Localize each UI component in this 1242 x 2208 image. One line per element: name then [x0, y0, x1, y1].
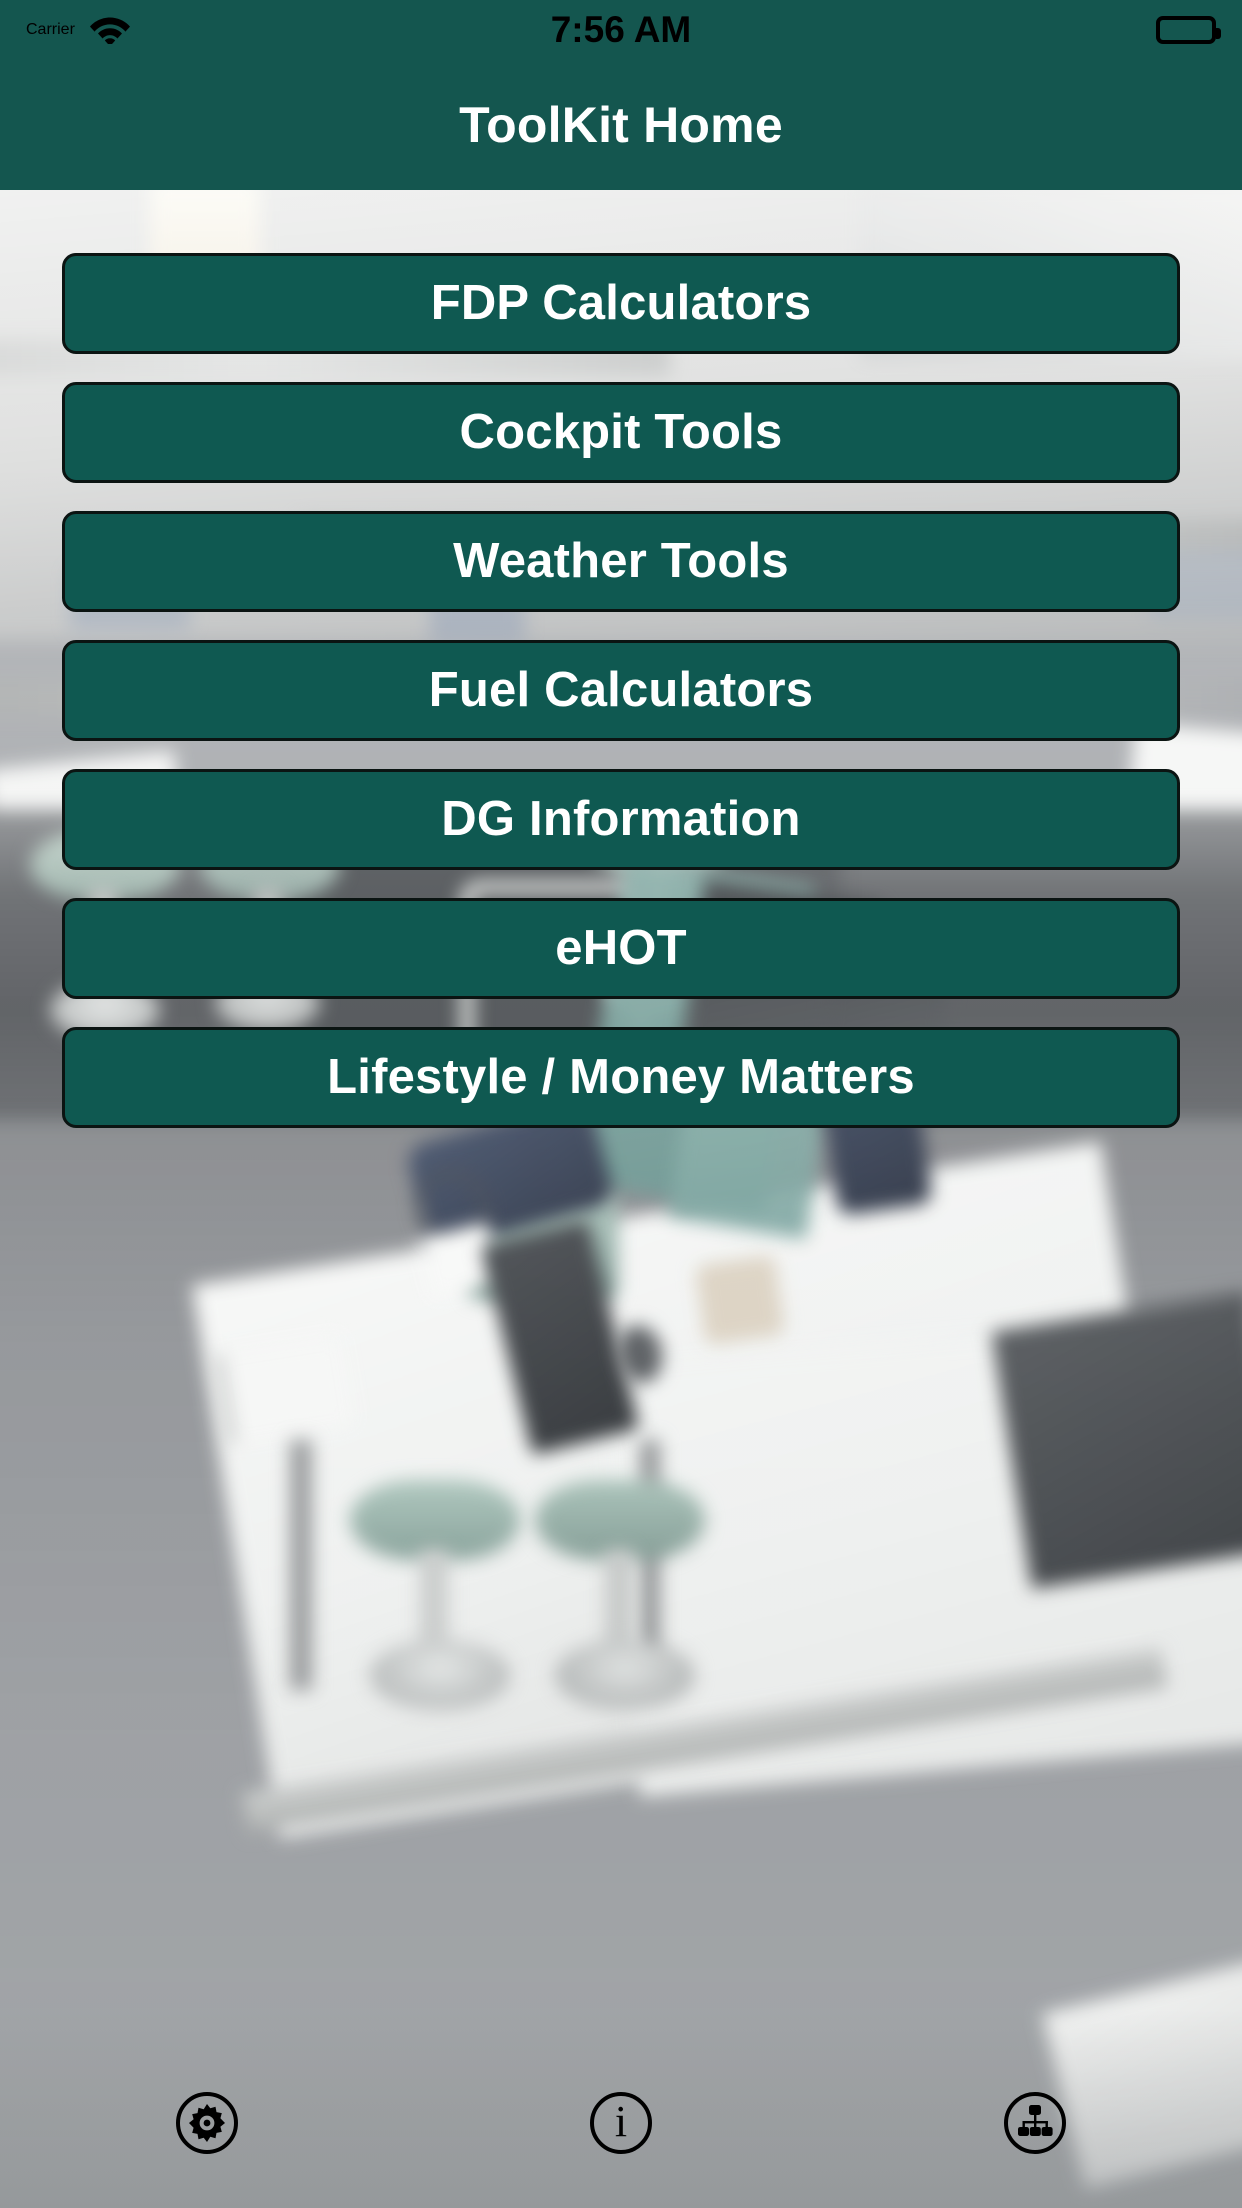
info-icon: i [614, 2097, 628, 2146]
app-screen: Carrier 7:56 AM ToolKit Home FDP Calcula… [0, 0, 1242, 2208]
battery-icon [1156, 16, 1221, 44]
status-bar: Carrier 7:56 AM [0, 0, 1242, 60]
info-button[interactable]: i [590, 2092, 652, 2154]
gear-icon [188, 2104, 226, 2142]
status-bar-right [1156, 16, 1221, 44]
status-bar-time: 7:56 AM [550, 9, 692, 50]
menu-button-weather-tools[interactable]: Weather Tools [62, 511, 1180, 612]
sitemap-button[interactable] [1004, 2092, 1066, 2154]
page-title: ToolKit Home [459, 97, 783, 153]
menu-button-fuel-calculators[interactable]: Fuel Calculators [62, 640, 1180, 741]
toolbar-slot-info: i [414, 2092, 828, 2154]
menu-button-cockpit-tools[interactable]: Cockpit Tools [62, 382, 1180, 483]
toolbar-slot-settings [0, 2092, 414, 2154]
menu-button-lifestyle-money-matters[interactable]: Lifestyle / Money Matters [62, 1027, 1180, 1128]
sitemap-icon [1016, 2105, 1054, 2141]
menu-button-dg-information[interactable]: DG Information [62, 769, 1180, 870]
menu-button-ehot[interactable]: eHOT [62, 898, 1180, 999]
navigation-bar: ToolKit Home [0, 60, 1242, 190]
bottom-toolbar: i [0, 2038, 1242, 2208]
toolbar-slot-sitemap [828, 2092, 1242, 2154]
main-menu: FDP Calculators Cockpit Tools Weather To… [62, 253, 1180, 1156]
settings-button[interactable] [176, 2092, 238, 2154]
menu-button-fdp-calculators[interactable]: FDP Calculators [62, 253, 1180, 354]
